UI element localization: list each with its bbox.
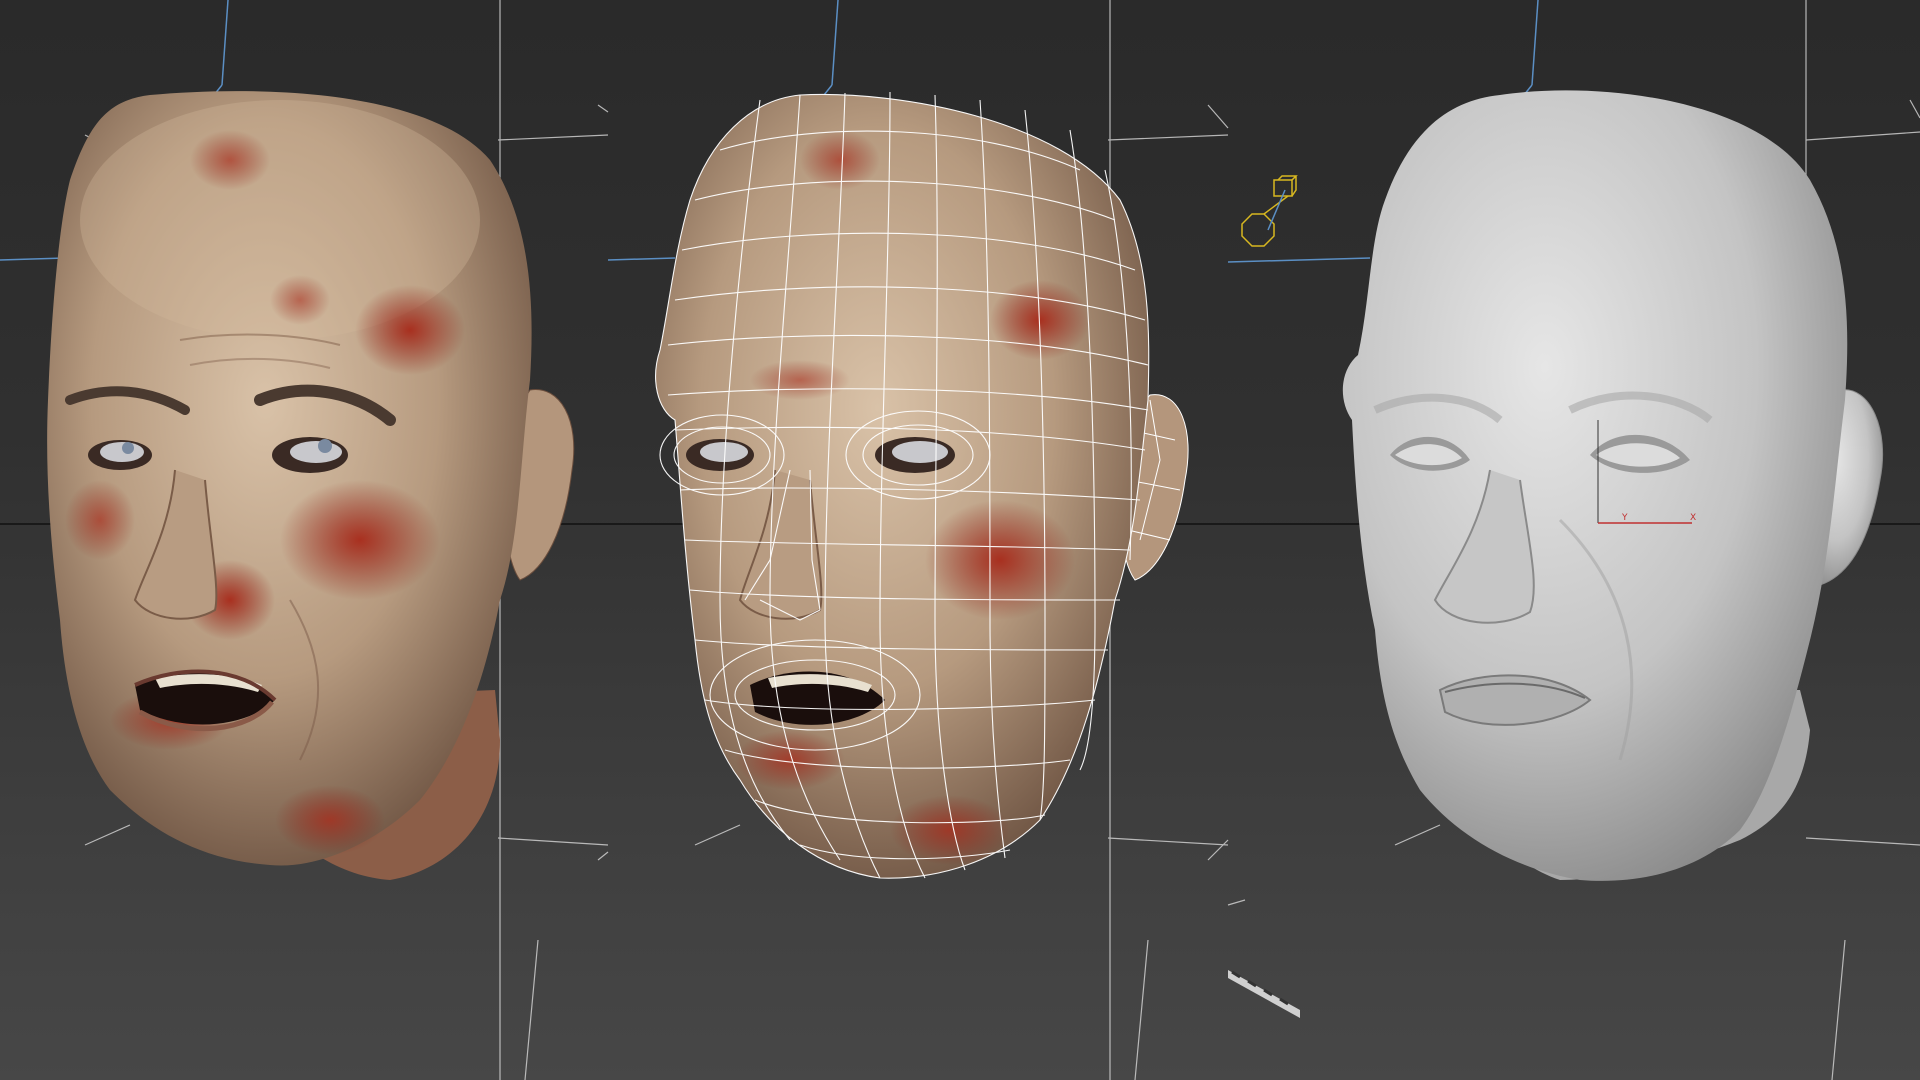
- camera-gizmo-icon[interactable]: [1241, 175, 1298, 247]
- clay-head-shape: [1342, 90, 1848, 881]
- axis-label-y: Y: [1621, 513, 1628, 523]
- wireframe-head-shape: [655, 94, 1149, 879]
- clay-head-model[interactable]: [1342, 90, 1884, 881]
- axis-label-x: X: [1690, 513, 1696, 523]
- 3d-viewport[interactable]: Y X: [0, 0, 1920, 1080]
- wireframe-head-model[interactable]: [655, 91, 1189, 880]
- selection-handle-icon[interactable]: [1228, 970, 1300, 1018]
- textured-head-model[interactable]: [47, 91, 575, 880]
- viewport-canvas[interactable]: Y X: [0, 0, 1920, 1080]
